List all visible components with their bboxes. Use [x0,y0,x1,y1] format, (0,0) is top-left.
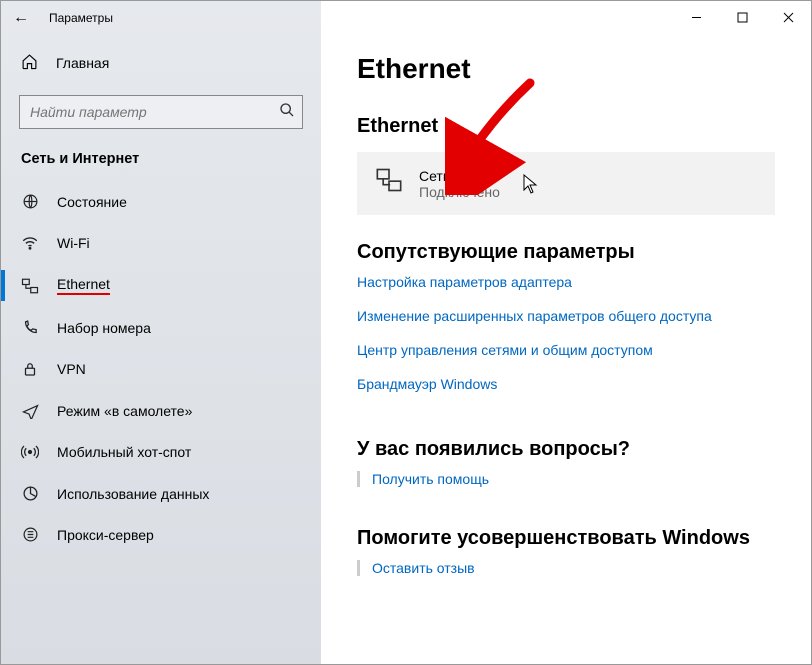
network-name: Сеть [419,168,500,184]
minimize-button[interactable] [673,1,719,33]
feedback-section: Оставить отзыв [357,560,775,576]
link-adapter-settings[interactable]: Настройка параметров адаптера [357,274,775,290]
related-heading: Сопутствующие параметры [357,241,775,264]
sidebar: ← Параметры Главная Сеть и Интернет Сост… [1,1,321,664]
airplane-icon [21,402,39,419]
sidebar-item-label: Wi-Fi [57,235,90,251]
vpn-icon [21,360,39,378]
sidebar-item-ethernet[interactable]: Ethernet [1,264,321,307]
ethernet-icon [21,277,39,295]
sidebar-item-label: Главная [56,55,109,71]
network-icon [375,166,403,201]
link-feedback[interactable]: Оставить отзыв [372,560,475,576]
sidebar-item-label: Мобильный хот-спот [57,444,191,460]
related-links: Настройка параметров адаптера Изменение … [357,274,775,392]
search-input[interactable] [19,95,303,129]
sidebar-item-label: VPN [57,361,86,377]
wifi-icon [21,234,39,252]
help-heading: У вас появились вопросы? [357,438,775,461]
sidebar-item-label: Использование данных [57,486,209,502]
window-controls [673,1,811,33]
link-sharing-settings[interactable]: Изменение расширенных параметров общего … [357,308,775,324]
sidebar-item-label: Состояние [57,194,127,210]
sidebar-item-label: Режим «в самолете» [57,403,192,419]
window-title: Параметры [49,11,113,25]
back-icon[interactable]: ← [13,9,29,27]
proxy-icon [21,526,39,543]
feedback-heading: Помогите усовершенствовать Windows [357,527,775,550]
settings-window: ← Параметры Главная Сеть и Интернет Сост… [0,0,812,665]
hotspot-icon [21,443,39,461]
link-network-center[interactable]: Центр управления сетями и общим доступом [357,342,775,358]
sidebar-item-airplane[interactable]: Режим «в самолете» [1,390,321,431]
sidebar-item-label: Набор номера [57,320,151,336]
data-usage-icon [21,485,39,502]
content: Ethernet Ethernet Сеть Подключено Сопутс… [321,1,811,576]
maximize-button[interactable] [719,1,765,33]
sidebar-item-proxy[interactable]: Прокси-сервер [1,514,321,555]
nav: Состояние Wi-Fi Ethernet Набор номера [1,181,321,555]
sidebar-item-vpn[interactable]: VPN [1,348,321,390]
section-heading: Сеть и Интернет [1,151,321,181]
cursor-icon [523,174,539,197]
sidebar-item-dialup[interactable]: Набор номера [1,307,321,348]
network-text: Сеть Подключено [419,168,500,200]
sidebar-item-hotspot[interactable]: Мобильный хот-спот [1,431,321,473]
network-card[interactable]: Сеть Подключено [357,152,775,215]
main: Ethernet Ethernet Сеть Подключено Сопутс… [321,1,811,664]
search-box[interactable] [19,95,303,129]
home-icon [21,53,38,73]
link-firewall[interactable]: Брандмауэр Windows [357,376,775,392]
sidebar-item-label: Прокси-сервер [57,527,154,543]
close-button[interactable] [765,1,811,33]
network-status: Подключено [419,184,500,200]
page-title: Ethernet [357,53,775,85]
help-section: Получить помощь [357,471,775,487]
titlebar: ← Параметры [1,1,321,35]
status-icon [21,193,39,210]
search-icon [279,102,295,122]
dialup-icon [21,319,39,336]
sidebar-item-home[interactable]: Главная [1,45,321,81]
sidebar-item-status[interactable]: Состояние [1,181,321,222]
section-ethernet-heading: Ethernet [357,115,775,138]
sidebar-item-label: Ethernet [57,276,110,295]
sidebar-item-wifi[interactable]: Wi-Fi [1,222,321,264]
sidebar-item-datausage[interactable]: Использование данных [1,473,321,514]
link-get-help[interactable]: Получить помощь [372,471,489,487]
